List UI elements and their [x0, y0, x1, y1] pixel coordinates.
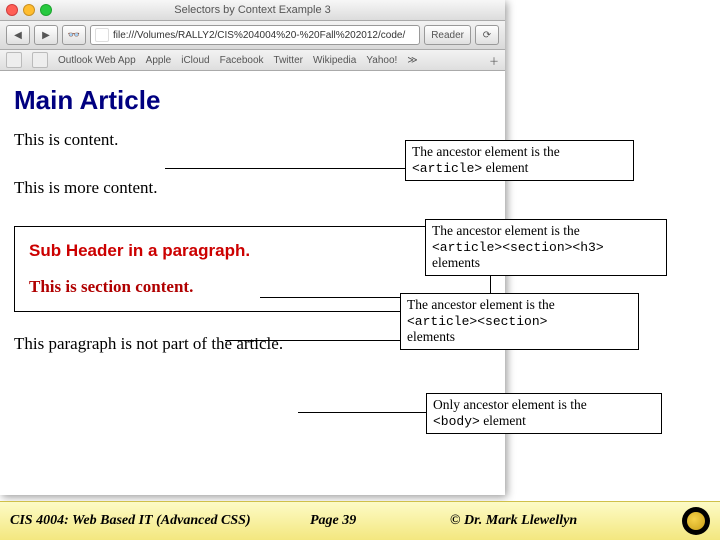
bookmark-item[interactable]: Twitter	[274, 55, 303, 66]
callout-text: The ancestor element is the	[407, 297, 555, 312]
callout-text: element	[480, 413, 526, 428]
bookmarks-menu-icon[interactable]	[6, 52, 22, 68]
page-number: Page 39	[310, 513, 356, 529]
leader-line	[298, 412, 426, 413]
leader-line	[165, 168, 405, 169]
traffic-lights	[6, 4, 52, 16]
author-label: © Dr. Mark Llewellyn	[450, 513, 577, 529]
page-title: Main Article	[14, 85, 491, 116]
bookmark-item[interactable]: Wikipedia	[313, 55, 356, 66]
callout-text: The ancestor element is the	[412, 144, 560, 159]
ucf-logo-icon	[682, 507, 710, 535]
course-label: CIS 4004: Web Based IT (Advanced CSS)	[0, 513, 251, 529]
topsite-icon[interactable]	[32, 52, 48, 68]
minimize-icon[interactable]	[23, 4, 35, 16]
callout-code: <article><section>	[407, 314, 547, 329]
refresh-icon[interactable]: ⟳	[475, 25, 499, 45]
sub-header: Sub Header in a paragraph.	[29, 241, 476, 261]
url-text: file:///Volumes/RALLY2/CIS%204004%20-%20…	[113, 30, 405, 41]
bookmark-item[interactable]: Yahoo!	[366, 55, 397, 66]
bookmark-item[interactable]: iCloud	[181, 55, 209, 66]
reading-list-icon[interactable]: 👓	[62, 25, 86, 45]
favicon-icon	[95, 28, 109, 42]
callout-box: The ancestor element is the <article><se…	[400, 293, 639, 350]
callout-code: <article><section><h3>	[432, 240, 604, 255]
titlebar: Selectors by Context Example 3	[0, 0, 505, 21]
bookmark-item[interactable]: Outlook Web App	[58, 55, 136, 66]
bookmark-item[interactable]: Apple	[146, 55, 172, 66]
callout-box: The ancestor element is the <article><se…	[425, 219, 667, 276]
bookmark-more-icon[interactable]: ≫	[407, 55, 417, 66]
callout-code: <body>	[433, 414, 480, 429]
window-title: Selectors by Context Example 3	[0, 4, 505, 16]
callout-text: element	[482, 160, 528, 175]
reader-button[interactable]: Reader	[424, 25, 471, 45]
callout-box: Only ancestor element is the <body> elem…	[426, 393, 662, 434]
add-bookmark-icon[interactable]: ＋	[489, 53, 499, 68]
zoom-icon[interactable]	[40, 4, 52, 16]
back-button[interactable]: ◀	[6, 25, 30, 45]
callout-text: Only ancestor element is the	[433, 397, 587, 412]
slide-footer: CIS 4004: Web Based IT (Advanced CSS) Pa…	[0, 501, 720, 540]
url-bar[interactable]: file:///Volumes/RALLY2/CIS%204004%20-%20…	[90, 25, 420, 45]
callout-text: elements	[432, 255, 480, 270]
toolbar: ◀ ▶ 👓 file:///Volumes/RALLY2/CIS%204004%…	[0, 21, 505, 50]
callout-box: The ancestor element is the <article> el…	[405, 140, 634, 181]
forward-button[interactable]: ▶	[34, 25, 58, 45]
callout-text: elements	[407, 329, 455, 344]
callout-text: The ancestor element is the	[432, 223, 580, 238]
close-icon[interactable]	[6, 4, 18, 16]
callout-code: <article>	[412, 161, 482, 176]
bookmark-item[interactable]: Facebook	[220, 55, 264, 66]
bookmarks-bar: Outlook Web App Apple iCloud Facebook Tw…	[0, 50, 505, 71]
leader-line	[225, 340, 400, 341]
